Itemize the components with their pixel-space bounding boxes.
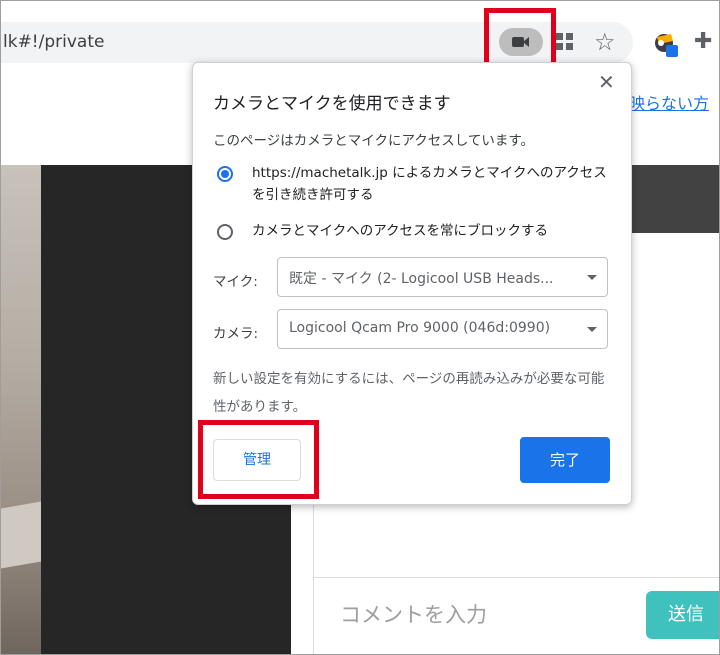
screenshot-frame: lk#!/private ☆ ✚ 映らない方 コメントを入力 送信 ✕ カメラと… — [0, 0, 720, 655]
help-link[interactable]: 映らない方 — [629, 90, 709, 114]
video-beam-image — [1, 501, 41, 569]
qr-grid-icon[interactable] — [556, 33, 574, 51]
tab-strip — [1, 1, 719, 21]
dialog-title: カメラとマイクを使用できます — [213, 94, 451, 114]
url-text[interactable]: lk#!/private — [3, 32, 104, 52]
close-icon[interactable]: ✕ — [598, 71, 615, 93]
mic-select-value: 既定 - マイク (2- Logicool USB Heads... — [289, 271, 554, 287]
puzzle-icon[interactable]: ✚ — [694, 29, 712, 54]
chevron-down-icon — [587, 275, 597, 280]
dialog-description: このページはカメラとマイクにアクセスしています。 — [213, 133, 535, 149]
allow-radio[interactable] — [217, 166, 233, 182]
mic-select[interactable]: 既定 - マイク (2- Logicool USB Heads... — [277, 257, 608, 297]
extension-avatar-icon[interactable] — [651, 29, 681, 59]
chevron-down-icon — [587, 327, 597, 332]
send-button[interactable]: 送信 — [646, 591, 719, 639]
star-icon[interactable]: ☆ — [594, 27, 616, 57]
block-radio[interactable] — [217, 224, 233, 240]
video-ceiling-image — [1, 165, 41, 654]
chat-left-border — [313, 495, 314, 654]
allow-option-line1[interactable]: https://machetalk.jp によるカメラとマイクへのアクセス — [252, 163, 607, 184]
highlight-box-manage — [198, 420, 319, 499]
allow-option-line2[interactable]: を引き続き許可する — [252, 185, 374, 206]
chat-divider — [313, 577, 719, 578]
mic-label: マイク: — [213, 274, 258, 290]
camera-select[interactable]: Logicool Qcam Pro 9000 (046d:0990) — [277, 309, 608, 349]
comment-input[interactable]: コメントを入力 — [340, 599, 487, 629]
camera-label: カメラ: — [213, 326, 259, 342]
reload-note: 新しい設定を有効にするには、ページの再読み込みが必要な可能性があります。 — [213, 371, 605, 415]
done-button[interactable]: 完了 — [520, 437, 610, 483]
block-option-label[interactable]: カメラとマイクへのアクセスを常にブロックする — [252, 221, 548, 242]
camera-select-value: Logicool Qcam Pro 9000 (046d:0990) — [289, 320, 551, 336]
chat-header-bar — [631, 165, 719, 233]
